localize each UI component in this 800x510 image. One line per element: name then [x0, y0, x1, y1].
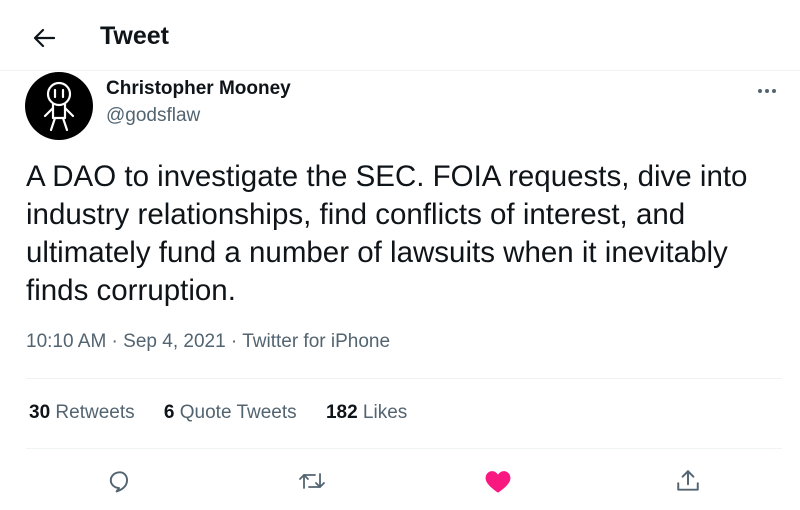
tweet-source[interactable]: Twitter for iPhone [242, 331, 390, 352]
stick-figure-icon [43, 81, 75, 132]
header: Tweet [0, 0, 800, 71]
more-icon [758, 89, 776, 93]
retweets-stat[interactable]: 30 Retweets [29, 402, 135, 424]
tweet-stats: 30 Retweets 6 Quote Tweets 182 Likes [29, 402, 431, 424]
author-handle[interactable]: @godsflaw [106, 105, 200, 127]
reply-icon [109, 471, 129, 493]
tweet-text: A DAO to investigate the SEC. FOIA reque… [26, 160, 748, 307]
reply-button[interactable] [105, 466, 135, 496]
tweet-time: 10:10 AM [26, 331, 107, 352]
retweets-label: Retweets [55, 402, 135, 423]
quote-tweets-stat[interactable]: 6 Quote Tweets [164, 402, 297, 424]
page-title: Tweet [100, 22, 169, 50]
quote-tweets-label: Quote Tweets [179, 402, 297, 423]
retweet-button[interactable] [297, 466, 327, 496]
more-options-button[interactable] [754, 84, 780, 98]
arrow-left-icon [33, 28, 55, 48]
share-button[interactable] [673, 466, 703, 496]
like-icon [485, 471, 511, 493]
avatar[interactable] [25, 72, 93, 140]
divider [26, 448, 782, 449]
quote-tweets-count: 6 [163, 402, 175, 423]
like-button[interactable] [483, 466, 513, 496]
tweet-date: Sep 4, 2021 [123, 331, 226, 352]
meta-separator: · [225, 331, 243, 352]
divider [26, 378, 782, 379]
author-name[interactable]: Christopher Mooney [106, 78, 291, 100]
tweet-meta: 10:10 AM · Sep 4, 2021 · Twitter for iPh… [26, 331, 390, 353]
likes-label: Likes [362, 402, 408, 423]
likes-count: 182 [325, 402, 358, 423]
share-icon [677, 470, 699, 491]
likes-stat[interactable]: 182 Likes [326, 402, 407, 424]
back-button[interactable] [26, 22, 62, 54]
retweets-count: 30 [29, 402, 51, 423]
meta-separator: · [106, 331, 124, 352]
retweet-icon [299, 473, 325, 489]
